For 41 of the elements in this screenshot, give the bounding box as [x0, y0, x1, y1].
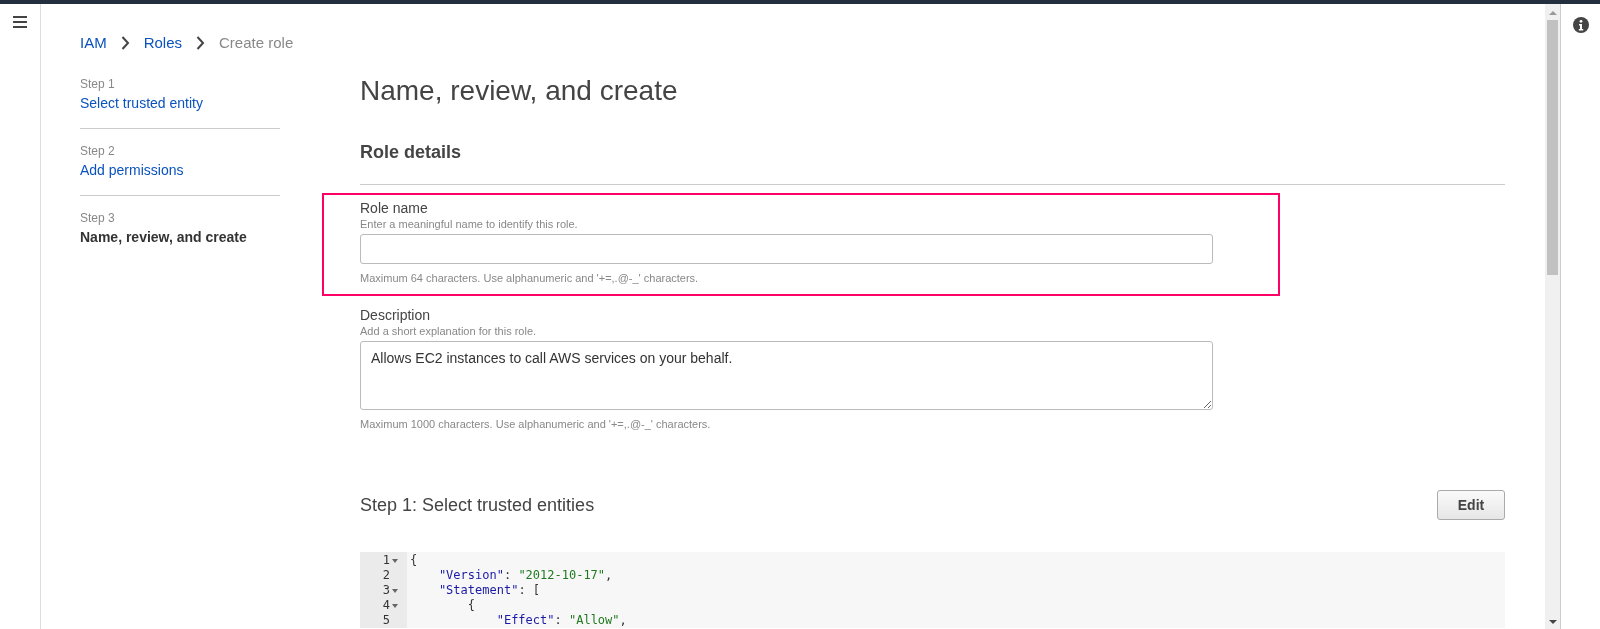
- breadcrumb-link[interactable]: Roles: [143, 31, 183, 55]
- code-line: "Statement": [: [437, 583, 542, 598]
- field-hint: Add a short explanation for this role.: [360, 324, 538, 339]
- fold-icon[interactable]: [392, 603, 398, 608]
- step-label: Step 2: [80, 143, 116, 159]
- line-number: 4: [382, 598, 390, 613]
- step-label: Step 1: [80, 76, 116, 92]
- page-title: Name, review, and create: [360, 74, 679, 108]
- section-title: Step 1: Select trusted entities: [360, 494, 595, 517]
- code-line: "Version": "2012-10-17",: [437, 568, 614, 583]
- line-number: 2: [382, 568, 390, 583]
- step-link[interactable]: Select trusted entity: [80, 92, 280, 114]
- scroll-down-icon[interactable]: [1548, 619, 1557, 625]
- line-number: 1: [382, 553, 390, 568]
- step-link[interactable]: Add permissions: [80, 159, 280, 181]
- scrollbar-thumb[interactable]: [1547, 20, 1558, 275]
- step-link[interactable]: Name, review, and create: [80, 226, 280, 248]
- field-label: Description: [360, 306, 432, 324]
- field-label: Role name: [360, 199, 429, 217]
- chevron-right-icon: [196, 36, 206, 50]
- code-line: {: [410, 553, 419, 568]
- breadcrumb-link[interactable]: IAM: [80, 31, 107, 55]
- section-title: Role details: [360, 141, 463, 164]
- step-label: Step 3: [80, 210, 116, 226]
- fold-icon[interactable]: [392, 558, 398, 563]
- code-line: {: [466, 598, 477, 613]
- field-help: Maximum 1000 characters. Use alphanumeric and '+=,.@-_' characters.: [360, 417, 712, 432]
- info-icon[interactable]: [1572, 17, 1589, 33]
- fold-icon[interactable]: [392, 588, 398, 593]
- edit-button[interactable]: Edit: [1437, 490, 1505, 520]
- menu-icon[interactable]: [13, 16, 27, 28]
- breadcrumb-current: Create role: [219, 32, 294, 53]
- input-field[interactable]: [360, 234, 1213, 264]
- field-hint: Enter a meaningful name to identify this role.: [360, 217, 579, 232]
- scroll-up-icon[interactable]: [1548, 10, 1557, 16]
- line-number: 5: [382, 613, 390, 628]
- line-number: 3: [382, 583, 390, 598]
- field-help: Maximum 64 characters. Use alphanumeric and '+=,.@-_' characters.: [360, 271, 700, 286]
- textarea-field[interactable]: Allows EC2 instances to call AWS services on your behalf.: [360, 341, 1213, 410]
- chevron-right-icon: [120, 36, 130, 50]
- code-line: "Effect": "Allow",: [495, 613, 628, 628]
